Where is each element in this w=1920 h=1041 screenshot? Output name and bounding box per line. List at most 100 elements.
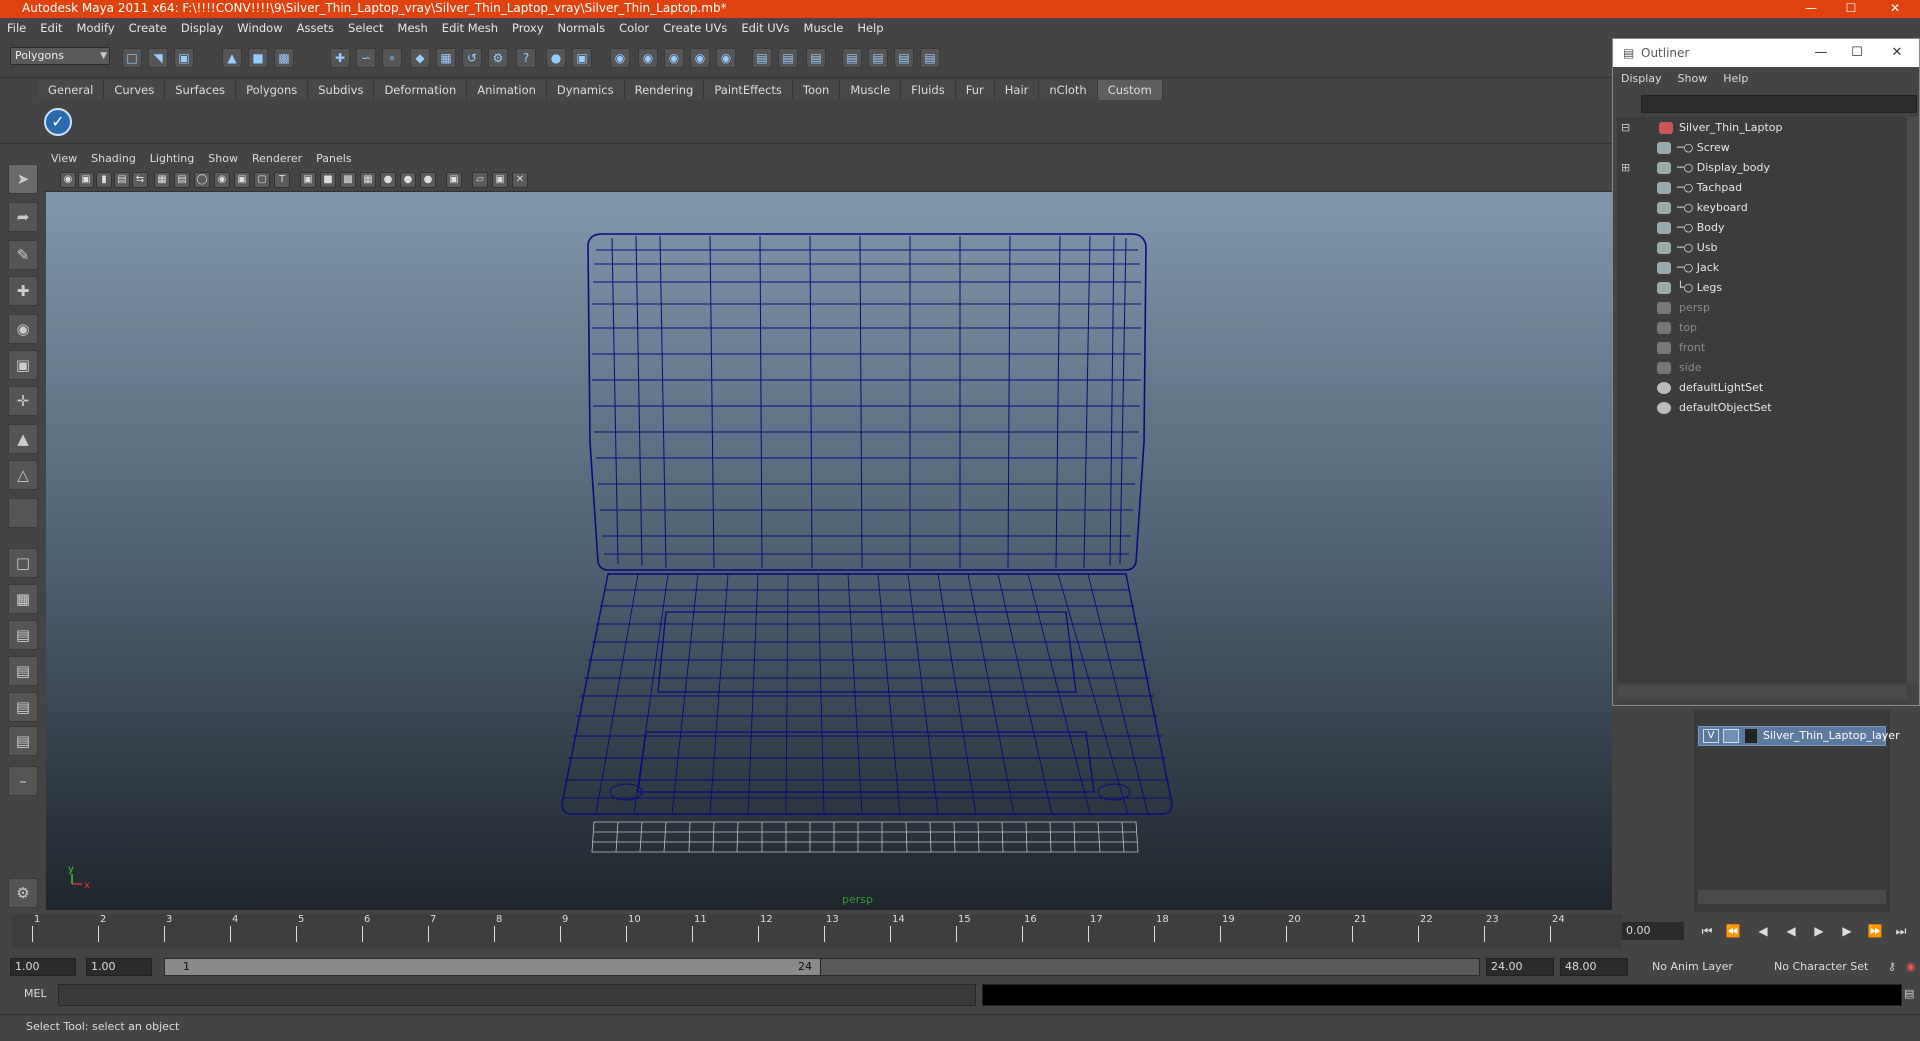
outliner-item-side[interactable]: side	[1617, 359, 1903, 377]
snap-plane-icon[interactable]: ◆	[410, 48, 430, 68]
outliner-close-button[interactable]: ✕	[1879, 39, 1915, 67]
menu-mesh[interactable]: Mesh	[391, 18, 435, 38]
soft-mod-icon[interactable]: ▲	[8, 424, 38, 454]
construction-icon[interactable]: ⚙	[488, 48, 508, 68]
isolate-select-icon[interactable]: ▣	[446, 172, 462, 188]
menu-window[interactable]: Window	[230, 18, 289, 38]
render-settings-icon[interactable]: ◉	[664, 48, 684, 68]
field-chart-icon[interactable]: ▣	[234, 172, 250, 188]
character-set-select[interactable]: No Character Set	[1770, 958, 1882, 976]
tab-ncloth[interactable]: nCloth	[1039, 80, 1098, 100]
lock-icon[interactable]: ●	[546, 48, 566, 68]
layer-scrollbar[interactable]	[1698, 890, 1886, 904]
select-component-icon[interactable]: ▩	[274, 48, 294, 68]
outliner-item-persp[interactable]: persp	[1617, 299, 1903, 317]
menu-file[interactable]: File	[0, 18, 33, 38]
menu-edit-uvs[interactable]: Edit UVs	[734, 18, 796, 38]
tab-general[interactable]: General	[38, 80, 105, 100]
smooth-shade-icon[interactable]: ■	[320, 172, 336, 188]
persp-graph-icon[interactable]: ▤	[8, 656, 38, 686]
tab-hair[interactable]: Hair	[994, 80, 1040, 100]
outliner-item-usb[interactable]: ─○ Usb	[1617, 239, 1903, 257]
save-scene-icon[interactable]: ▣	[174, 48, 194, 68]
tab-rendering[interactable]: Rendering	[624, 80, 705, 100]
tab-toon[interactable]: Toon	[792, 80, 841, 100]
snap-curve-icon[interactable]: ∽	[356, 48, 376, 68]
outliner-item-silver-thin-laptop[interactable]: ⊟ Silver_Thin_Laptop	[1617, 119, 1903, 137]
key-icon[interactable]: ⚷	[1884, 958, 1900, 976]
grid-icon[interactable]: ▦	[154, 172, 170, 188]
layout-two-icon[interactable]: ▤	[868, 48, 888, 68]
default-light-icon[interactable]: ●	[380, 172, 396, 188]
range-slider[interactable]: 1 24	[164, 958, 1480, 976]
playback-start-field[interactable]: 1.00	[86, 958, 152, 976]
tab-animation[interactable]: Animation	[467, 80, 547, 100]
step-forward-key-icon[interactable]: ⏩	[1864, 922, 1886, 940]
range-slider-handle[interactable]: 1 24	[165, 959, 821, 975]
attribute-editor-icon[interactable]: ▤	[752, 48, 772, 68]
single-view-icon[interactable]: □	[8, 548, 38, 578]
safe-title-icon[interactable]: T	[274, 172, 290, 188]
tab-subdivs[interactable]: Subdivs	[308, 80, 375, 100]
xray-joints-icon[interactable]: ▣	[492, 172, 508, 188]
panel-menu-show[interactable]: Show	[201, 150, 245, 168]
tool-settings-icon[interactable]: ▤	[806, 48, 826, 68]
channel-box-icon[interactable]: ▤	[778, 48, 798, 68]
collapse-icon[interactable]: ⊟	[1621, 119, 1630, 137]
lasso-tool-icon[interactable]: ➦	[8, 202, 38, 232]
tab-polygons[interactable]: Polygons	[236, 80, 309, 100]
image-plane-icon[interactable]: ▤	[114, 172, 130, 188]
snap-grid-icon[interactable]: ✚	[330, 48, 350, 68]
playback-end-field[interactable]: 24.00	[1486, 958, 1554, 976]
tab-deformation[interactable]: Deformation	[374, 80, 468, 100]
resolution-gate-icon[interactable]: ◯	[194, 172, 210, 188]
render-frame-icon[interactable]: ◉	[610, 48, 630, 68]
script-editor-icon[interactable]: ▤	[1904, 987, 1914, 1000]
input-ops-icon[interactable]: ▣	[572, 48, 592, 68]
step-back-key-icon[interactable]: ⏪	[1722, 922, 1744, 940]
auto-key-icon[interactable]: ◉	[1902, 958, 1918, 976]
outliner-item-top[interactable]: top	[1617, 319, 1903, 337]
film-gate-icon[interactable]: ▤	[174, 172, 190, 188]
go-to-start-icon[interactable]: ⏮	[1696, 922, 1718, 940]
layer-visibility-toggle[interactable]: V	[1703, 729, 1719, 743]
outliner-maximize-button[interactable]: ☐	[1839, 39, 1875, 67]
menu-normals[interactable]: Normals	[551, 18, 613, 38]
tab-painteffects[interactable]: PaintEffects	[704, 80, 793, 100]
menu-create[interactable]: Create	[122, 18, 174, 38]
empty-tool-slot[interactable]	[8, 498, 38, 528]
expand-icon[interactable]: ⊞	[1621, 159, 1630, 177]
outliner-item-front[interactable]: front	[1617, 339, 1903, 357]
outliner-filter-field[interactable]	[1641, 95, 1917, 113]
current-frame-field[interactable]: 0.00	[1622, 922, 1684, 940]
camera-attrs-icon[interactable]: ▣	[78, 172, 94, 188]
anim-layer-select[interactable]: No Anim Layer	[1648, 958, 1758, 976]
panel-menu-panels[interactable]: Panels	[309, 150, 358, 168]
rotate-tool-icon[interactable]: ◉	[8, 314, 38, 344]
outliner-menu-show[interactable]: Show	[1670, 69, 1716, 89]
outliner-item-screw[interactable]: ─○ Screw	[1617, 139, 1903, 157]
tab-fur[interactable]: Fur	[955, 80, 995, 100]
layer-type-toggle[interactable]	[1723, 729, 1739, 743]
menu-edit-mesh[interactable]: Edit Mesh	[435, 18, 505, 38]
outliner-item-legs[interactable]: └○ Legs	[1617, 279, 1903, 297]
select-tool-icon[interactable]: ➤	[8, 164, 38, 194]
menu-color[interactable]: Color	[612, 18, 656, 38]
menu-set-select[interactable]: Polygons ▼	[10, 47, 110, 65]
menu-create-uvs[interactable]: Create UVs	[656, 18, 734, 38]
play-backward-icon[interactable]: ◀	[1780, 922, 1802, 940]
all-lights-icon[interactable]: ●	[400, 172, 416, 188]
gate-mask-icon[interactable]: ◉	[214, 172, 230, 188]
layout-four-icon[interactable]: ▤	[920, 48, 940, 68]
xray-icon[interactable]: ▱	[472, 172, 488, 188]
menu-help[interactable]: Help	[850, 18, 890, 38]
outliner-menu-help[interactable]: Help	[1715, 69, 1756, 89]
hypershade-layout-icon[interactable]: ▤	[8, 692, 38, 722]
menu-assets[interactable]: Assets	[290, 18, 341, 38]
outliner-minimize-button[interactable]: —	[1803, 39, 1839, 67]
time-slider[interactable]: 1 2 3 4 5 6 7 8 9 10 11 12 13 14 15 16 17 18 19 20 21 22 23 24	[12, 914, 1622, 948]
render-view-icon[interactable]: ◉	[716, 48, 736, 68]
tab-curves[interactable]: Curves	[104, 80, 166, 100]
safe-action-icon[interactable]: ▢	[254, 172, 270, 188]
snap-point-icon[interactable]: ∘	[382, 48, 402, 68]
